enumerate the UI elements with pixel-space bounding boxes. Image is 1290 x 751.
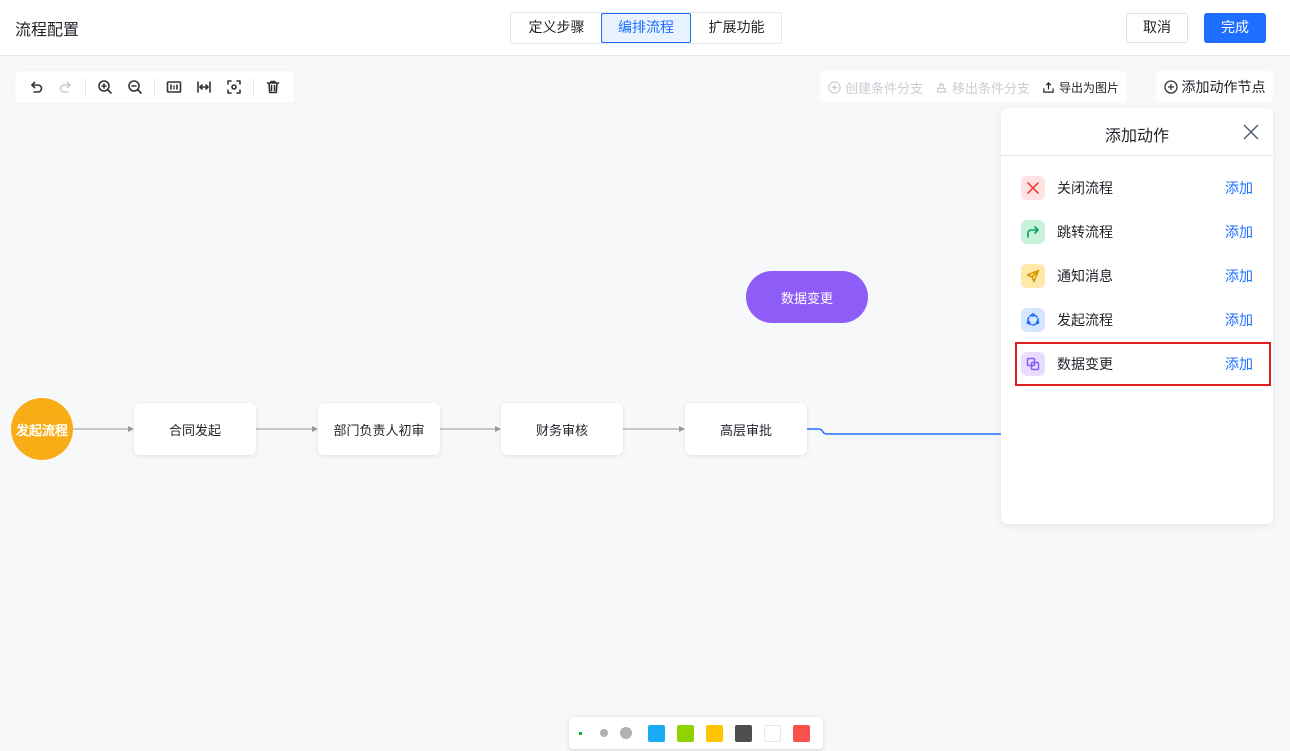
color-swatch-yellow[interactable] bbox=[706, 724, 723, 742]
zoom-in-icon bbox=[98, 80, 112, 94]
undo-button[interactable] bbox=[21, 72, 51, 102]
remove-branch-icon bbox=[935, 81, 948, 94]
export-image-button[interactable]: 导出为图片 bbox=[1042, 79, 1119, 96]
style-palette bbox=[569, 717, 823, 749]
remove-branch-button[interactable]: 移出条件分支 bbox=[935, 78, 1030, 97]
jump-flow-icon bbox=[1021, 220, 1045, 244]
tab-define-steps[interactable]: 定义步骤 bbox=[511, 13, 601, 43]
action-item-label: 发起流程 bbox=[1057, 313, 1113, 329]
color-swatch-blue[interactable] bbox=[648, 724, 665, 742]
add-action-node-button[interactable]: 添加动作节点 bbox=[1156, 71, 1273, 103]
export-image-label: 导出为图片 bbox=[1059, 80, 1120, 95]
actual-size-button[interactable] bbox=[159, 72, 189, 102]
fit-width-button[interactable] bbox=[189, 72, 219, 102]
color-swatch-white[interactable] bbox=[764, 724, 781, 742]
add-jump-flow-button[interactable]: 添加 bbox=[1225, 222, 1253, 242]
branch-toolbar: 创建条件分支 移出条件分支 导出为图片 bbox=[820, 71, 1128, 103]
zoom-out-icon bbox=[128, 80, 142, 94]
export-icon bbox=[1042, 81, 1055, 94]
action-item-notify: 通知消息 添加 bbox=[1001, 254, 1273, 298]
panel-header: 添加动作 bbox=[1001, 108, 1273, 156]
zoom-out-button[interactable] bbox=[120, 72, 150, 102]
add-close-flow-button[interactable]: 添加 bbox=[1225, 178, 1253, 198]
action-item-start-flow: 发起流程 添加 bbox=[1001, 298, 1273, 342]
header: 流程配置 定义步骤 编排流程 扩展功能 取消 完成 bbox=[0, 0, 1290, 56]
edge-node4-to-action bbox=[807, 428, 1001, 435]
flow-node-dept-review[interactable]: 部门负责人初审 bbox=[318, 403, 440, 455]
tab-group: 定义步骤 编排流程 扩展功能 bbox=[510, 12, 782, 44]
flow-node-contract-initiate[interactable]: 合同发起 bbox=[134, 403, 256, 455]
close-flow-icon bbox=[1021, 176, 1045, 200]
panel-close-button[interactable] bbox=[1241, 122, 1261, 142]
flow-node-finance-review[interactable]: 财务审核 bbox=[501, 403, 623, 455]
start-flow-icon bbox=[1021, 308, 1045, 332]
color-swatch-red[interactable] bbox=[793, 724, 810, 742]
action-item-label: 数据变更 bbox=[1057, 357, 1113, 373]
action-item-close-flow: 关闭流程 添加 bbox=[1001, 166, 1273, 210]
line-width-small[interactable] bbox=[579, 731, 582, 735]
zoom-in-button[interactable] bbox=[90, 72, 120, 102]
data-change-icon bbox=[1021, 352, 1045, 376]
add-start-flow-button[interactable]: 添加 bbox=[1225, 310, 1253, 330]
fit-screen-button[interactable] bbox=[219, 72, 249, 102]
plus-circle-icon bbox=[828, 80, 841, 94]
line-width-large[interactable] bbox=[620, 727, 632, 739]
line-width-medium[interactable] bbox=[600, 729, 608, 737]
action-node-data-change[interactable]: 数据变更 bbox=[746, 271, 868, 323]
delete-icon bbox=[266, 80, 280, 94]
color-swatch-green[interactable] bbox=[677, 724, 694, 742]
close-icon bbox=[1243, 124, 1259, 140]
create-branch-button[interactable]: 创建条件分支 bbox=[828, 78, 923, 97]
delete-button[interactable] bbox=[258, 72, 288, 102]
tab-extensions[interactable]: 扩展功能 bbox=[691, 13, 781, 43]
done-button[interactable]: 完成 bbox=[1204, 13, 1266, 43]
fit-screen-icon bbox=[227, 80, 241, 94]
add-action-panel: 添加动作 关闭流程 添加 跳转流程 添加 通知消息 添加 发起流程 添加 数据变… bbox=[1001, 108, 1273, 524]
color-swatch-dark[interactable] bbox=[735, 724, 752, 742]
toolbar-divider bbox=[253, 78, 254, 96]
toolbar-divider bbox=[154, 78, 155, 96]
fit-width-icon bbox=[197, 81, 211, 93]
remove-branch-label: 移出条件分支 bbox=[952, 81, 1031, 97]
tab-orchestrate-flow[interactable]: 编排流程 bbox=[601, 13, 691, 43]
start-node[interactable]: 发起流程 bbox=[11, 398, 73, 460]
cancel-button[interactable]: 取消 bbox=[1126, 13, 1188, 43]
actual-size-icon bbox=[166, 81, 182, 93]
add-data-change-button[interactable]: 添加 bbox=[1225, 354, 1253, 374]
toolbar-divider bbox=[85, 78, 86, 96]
action-item-jump-flow: 跳转流程 添加 bbox=[1001, 210, 1273, 254]
action-item-label: 跳转流程 bbox=[1057, 225, 1113, 241]
canvas-toolbar bbox=[15, 71, 294, 103]
panel-title: 添加动作 bbox=[1104, 126, 1169, 145]
plus-circle-icon bbox=[1163, 80, 1178, 94]
action-item-label: 关闭流程 bbox=[1057, 181, 1113, 197]
action-item-data-change: 数据变更 添加 bbox=[1015, 342, 1271, 386]
action-item-label: 通知消息 bbox=[1057, 269, 1113, 285]
page-title: 流程配置 bbox=[15, 20, 80, 39]
add-notify-button[interactable]: 添加 bbox=[1225, 266, 1253, 286]
create-branch-label: 创建条件分支 bbox=[845, 81, 924, 97]
undo-icon bbox=[31, 81, 43, 93]
redo-icon bbox=[59, 81, 71, 93]
notify-icon bbox=[1021, 264, 1045, 288]
redo-button[interactable] bbox=[51, 72, 81, 102]
action-list: 关闭流程 添加 跳转流程 添加 通知消息 添加 发起流程 添加 数据变更 添加 bbox=[1001, 156, 1273, 386]
flow-node-executive-approval[interactable]: 高层审批 bbox=[685, 403, 807, 455]
add-action-node-label: 添加动作节点 bbox=[1181, 80, 1266, 96]
